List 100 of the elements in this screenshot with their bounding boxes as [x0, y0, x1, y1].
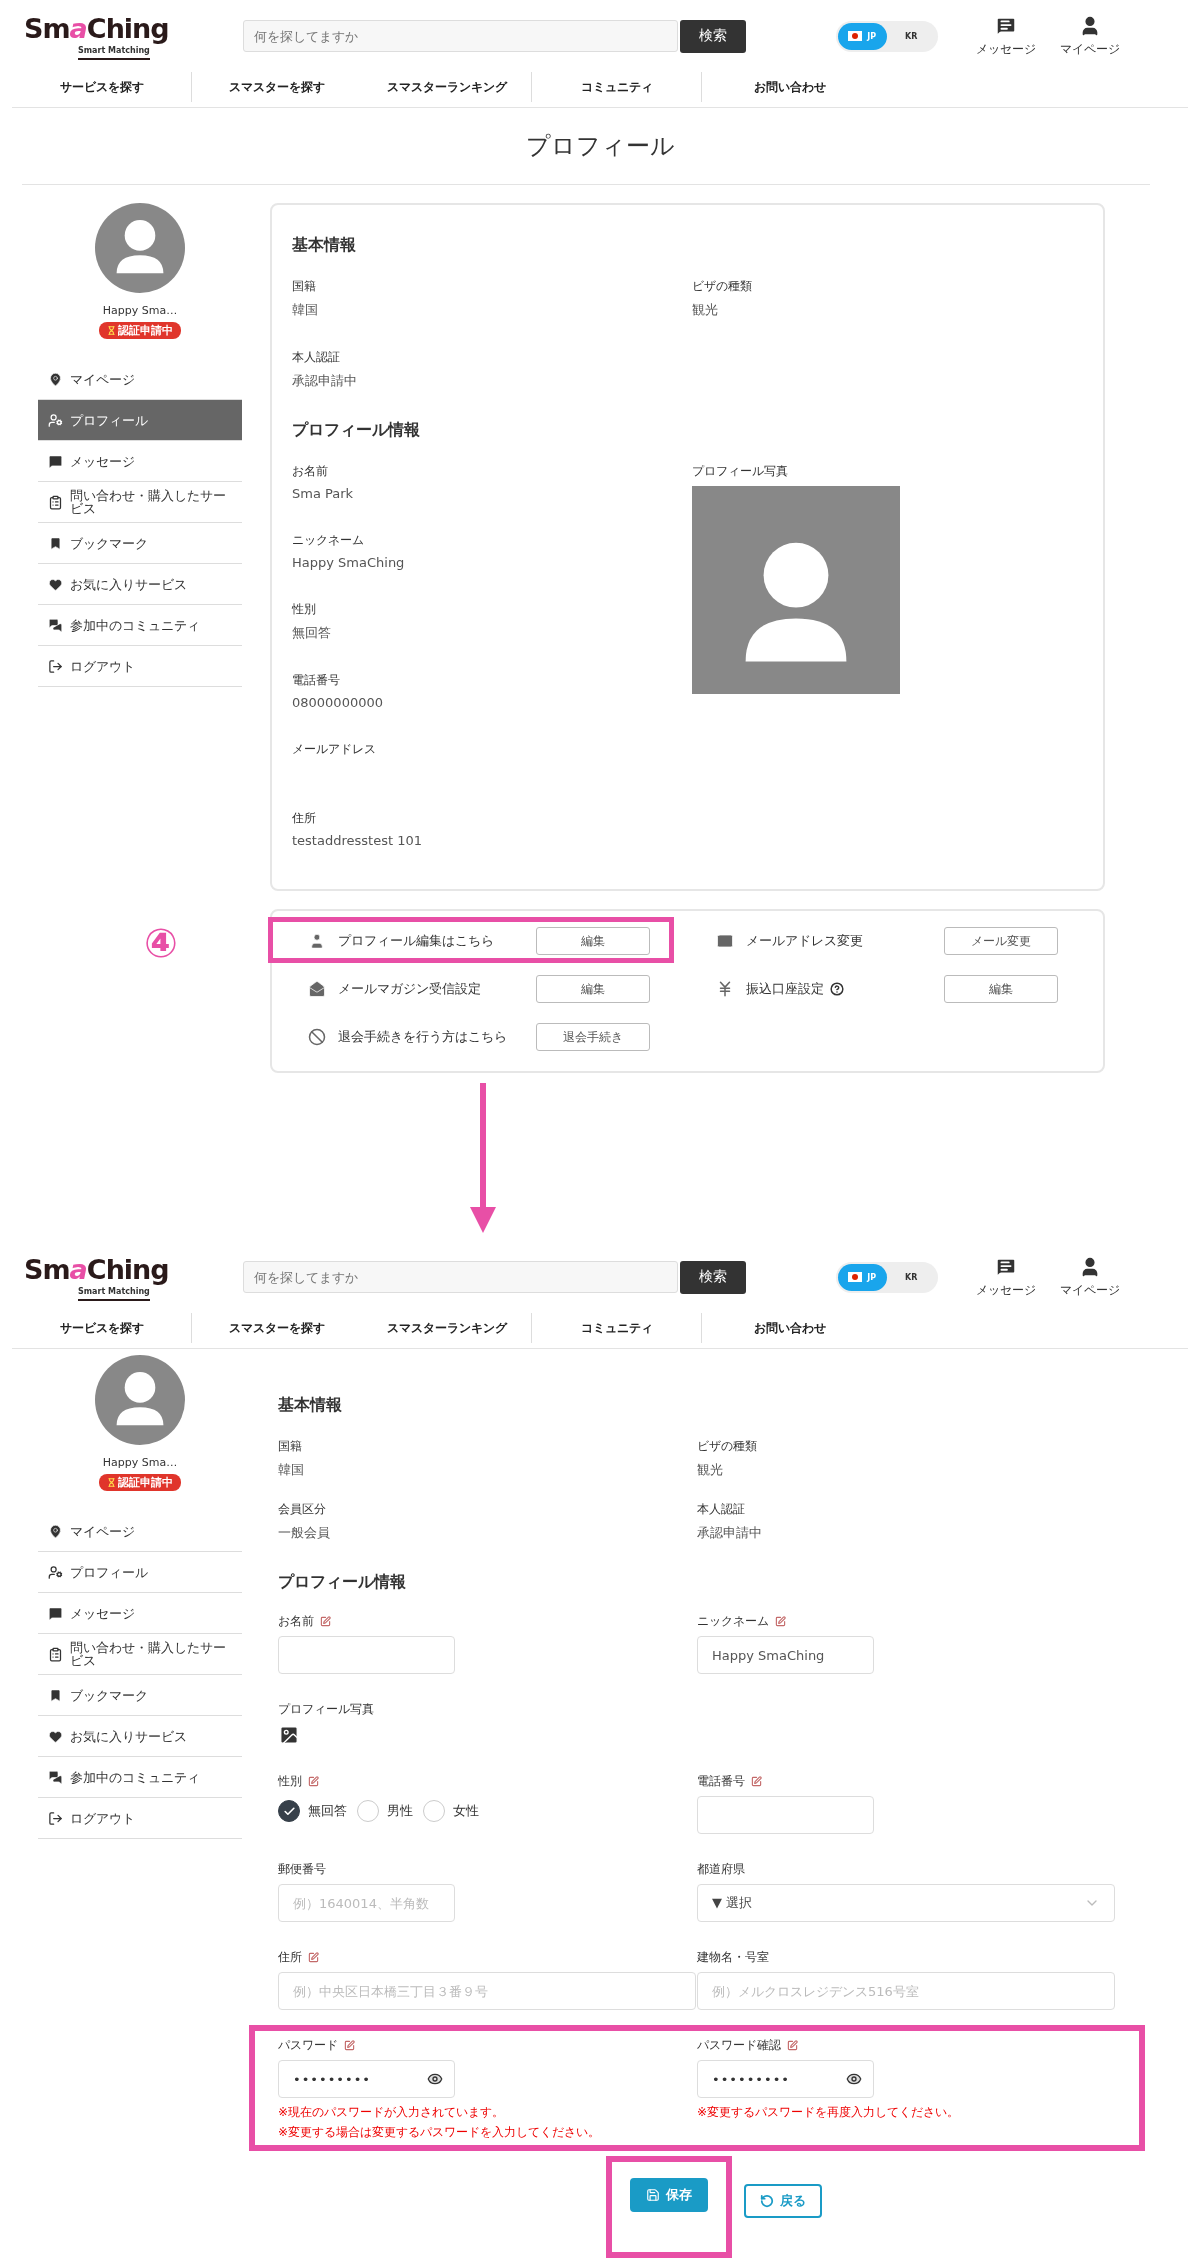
field-value: Sma Park: [292, 486, 355, 502]
verification-badge: 認証申請中: [99, 1474, 181, 1491]
password-field[interactable]: •••••••••: [697, 2060, 874, 2098]
sidebar-item[interactable]: 問い合わせ・購入したサービス: [38, 482, 242, 523]
password-note: ※現在のパスワードが入力されています。: [278, 2104, 506, 2121]
bookmark-icon: [48, 1687, 63, 1703]
section-heading: 基本情報: [278, 1395, 343, 1416]
sidebar-item[interactable]: ブックマーク: [38, 1675, 242, 1716]
sidebar-item[interactable]: ブックマーク: [38, 523, 242, 564]
field-value: testaddresstest 101: [292, 833, 423, 849]
undo-icon: [760, 2194, 774, 2208]
field-label: お名前: [278, 1613, 314, 1630]
prefecture-select[interactable]: ▼ 選択: [697, 1884, 1115, 1922]
language-toggle[interactable]: JP KR: [835, 20, 938, 52]
sidebar-item[interactable]: 問い合わせ・購入したサービス: [38, 1634, 242, 1675]
sidebar-item[interactable]: お気に入りサービス: [38, 1716, 242, 1757]
search-field[interactable]: 何を探してますか: [242, 1261, 678, 1293]
field-value: 承認申請中: [292, 372, 358, 390]
sidebar-item[interactable]: 参加中のコミュニティ: [38, 1757, 242, 1798]
language-toggle[interactable]: JP KR: [835, 1261, 938, 1293]
clipboard-icon: [48, 494, 63, 510]
field-label: メールアドレス: [292, 741, 377, 758]
chats-icon: [48, 1769, 63, 1785]
check-icon: [282, 1804, 296, 1818]
nav-link[interactable]: お問い合わせ: [702, 72, 878, 102]
field-label: プロフィール写真: [278, 1701, 374, 1718]
password-field[interactable]: •••••••••: [278, 2060, 455, 2098]
messages-link[interactable]: メッセージ: [976, 14, 1036, 58]
input-field[interactable]: Happy SmaChing: [697, 1636, 874, 1674]
sidebar-item[interactable]: ログアウト: [38, 1798, 242, 1839]
setting-label: 退会手続きを行う方はこちら: [338, 1028, 507, 1046]
mypage-link[interactable]: マイページ: [1060, 1255, 1120, 1299]
field-label: 都道府県: [697, 1861, 745, 1878]
sidebar-item[interactable]: プロフィール: [38, 400, 242, 441]
language-option[interactable]: KR: [886, 1263, 936, 1291]
sidebar-item[interactable]: メッセージ: [38, 1593, 242, 1634]
field-label: 本人認証: [292, 349, 341, 366]
input-field[interactable]: [697, 1796, 874, 1834]
input-field[interactable]: [278, 1636, 455, 1674]
field-value: 一般会員: [278, 1524, 331, 1542]
messages-link[interactable]: メッセージ: [976, 1255, 1036, 1299]
field-value: Happy SmaChing: [292, 555, 406, 571]
nav-link[interactable]: コミュニティ: [532, 72, 702, 102]
nav-link[interactable]: スマスターを探す: [192, 1313, 362, 1343]
prohibited-icon: [308, 1028, 326, 1046]
input-field[interactable]: 例）メルクロスレジデンス516号室: [697, 1972, 1115, 2010]
nav-link[interactable]: コミュニティ: [532, 1313, 702, 1343]
field-label: ニックネーム: [697, 1613, 769, 1630]
sidebar-item[interactable]: プロフィール: [38, 1552, 242, 1593]
field-label: 性別: [292, 601, 317, 618]
sidebar-item[interactable]: ログアウト: [38, 646, 242, 687]
setting-button[interactable]: 編集: [536, 975, 650, 1003]
nav-link[interactable]: お問い合わせ: [702, 1313, 878, 1343]
radio-option[interactable]: 無回答: [278, 1800, 347, 1822]
field-label: パスワード確認: [697, 2037, 781, 2054]
field-label: ニックネーム: [292, 532, 365, 549]
eye-icon[interactable]: [846, 2071, 862, 2087]
radio-option[interactable]: 男性: [357, 1800, 413, 1822]
nav-link[interactable]: サービスを探す: [12, 1313, 192, 1343]
heart-icon: [48, 576, 63, 592]
field-label: 電話番号: [292, 672, 341, 689]
heart-icon: [48, 1728, 63, 1744]
search-field[interactable]: 何を探してますか: [242, 20, 678, 52]
sidebar-item[interactable]: お気に入りサービス: [38, 564, 242, 605]
step-number: ④: [144, 923, 178, 963]
password-note: ※変更する場合は変更するパスワードを入力してください。: [278, 2124, 602, 2141]
radio-option[interactable]: 女性: [423, 1800, 479, 1822]
sidebar-item[interactable]: 参加中のコミュニティ: [38, 605, 242, 646]
field-label: 建物名・号室: [697, 1949, 769, 1966]
open-mail-icon: [308, 980, 326, 998]
input-field[interactable]: 例）1640014、半角数: [278, 1884, 455, 1922]
field-label: プロフィール写真: [692, 463, 789, 480]
setting-label: メールマガジン受信設定: [338, 980, 481, 998]
nav-link[interactable]: スマスターを探す: [192, 72, 362, 102]
sidebar-item[interactable]: メッセージ: [38, 441, 242, 482]
mypage-link[interactable]: マイページ: [1060, 14, 1120, 58]
language-option[interactable]: KR: [886, 22, 936, 50]
search-button[interactable]: 検索: [679, 1260, 746, 1294]
image-icon: [278, 1724, 300, 1746]
nav-link[interactable]: スマスターランキング: [362, 1313, 532, 1343]
setting-button[interactable]: 編集: [944, 975, 1058, 1003]
save-icon: [646, 2188, 660, 2202]
verification-badge: 認証申請中: [99, 322, 181, 339]
nav-link[interactable]: スマスターランキング: [362, 72, 532, 102]
pin-icon: [48, 371, 63, 387]
nav-link[interactable]: サービスを探す: [12, 72, 192, 102]
field-value: 承認申請中: [697, 1524, 763, 1542]
avatar-icon: [95, 203, 185, 293]
eye-icon[interactable]: [427, 2071, 443, 2087]
setting-button[interactable]: 退会手続き: [536, 1023, 650, 1051]
setting-button[interactable]: 編集: [536, 927, 650, 955]
field-label: 国籍: [292, 278, 317, 295]
search-button[interactable]: 検索: [679, 19, 746, 53]
sidebar-item[interactable]: マイページ: [38, 1511, 242, 1552]
user-gear-icon: [48, 412, 63, 428]
section-heading: プロフィール情報: [278, 1572, 407, 1593]
field-label: 国籍: [278, 1438, 303, 1455]
page-title: プロフィール: [524, 131, 676, 162]
setting-button[interactable]: メール変更: [944, 927, 1058, 955]
avatar-icon: [95, 1355, 185, 1445]
